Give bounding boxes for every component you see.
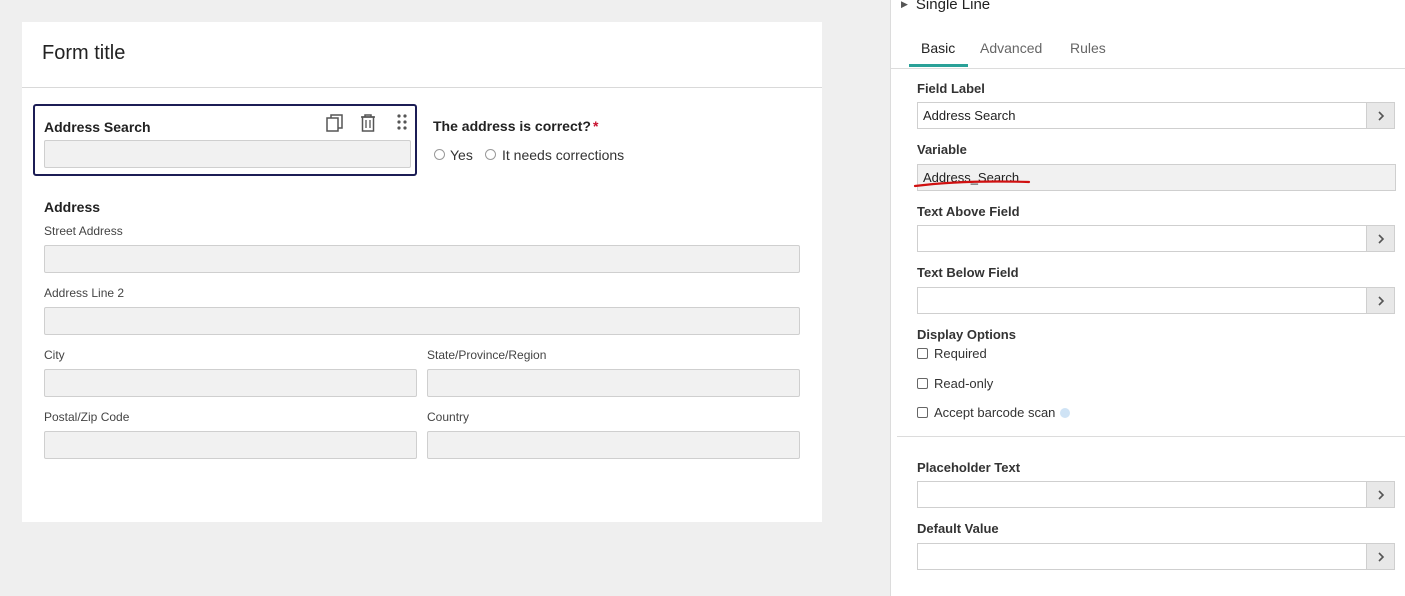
chevron-right-icon xyxy=(1377,489,1384,500)
city-label: City xyxy=(44,348,65,362)
properties-panel: ▶ Single Line Basic Advanced Rules Field … xyxy=(890,0,1405,596)
form-canvas: Form title Address Search The address is… xyxy=(22,22,822,522)
state-label: State/Province/Region xyxy=(427,348,547,362)
city-input[interactable] xyxy=(44,369,417,397)
postal-code-label: Postal/Zip Code xyxy=(44,410,130,424)
chevron-right-icon xyxy=(1377,295,1384,306)
radio-needs-corrections[interactable] xyxy=(485,149,496,160)
address-correct-label: The address is correct? * xyxy=(433,118,598,134)
placeholder-text-input[interactable] xyxy=(917,481,1395,508)
readonly-checkbox-row[interactable]: Read-only xyxy=(917,376,993,391)
field-label-value: Address Search xyxy=(923,108,1016,123)
variable-label: Variable xyxy=(917,142,967,157)
barcode-checkbox[interactable] xyxy=(917,407,928,418)
barcode-checkbox-label[interactable]: Accept barcode scan xyxy=(934,405,1055,420)
postal-code-input[interactable] xyxy=(44,431,417,459)
default-value-input[interactable] xyxy=(917,543,1395,570)
form-title[interactable]: Form title xyxy=(42,42,125,65)
text-above-label: Text Above Field xyxy=(917,204,1020,219)
address-line2-input[interactable] xyxy=(44,307,800,335)
red-annotation-underline xyxy=(913,180,1031,188)
placeholder-expand-button[interactable] xyxy=(1366,481,1395,508)
address-search-label: Address Search xyxy=(44,119,151,135)
radio-needs-corrections-label[interactable]: It needs corrections xyxy=(502,147,624,163)
drag-handle-icon[interactable] xyxy=(391,112,413,134)
chevron-right-icon xyxy=(1377,233,1384,244)
text-above-expand-button[interactable] xyxy=(1366,225,1395,252)
chevron-right-icon xyxy=(1377,551,1384,562)
field-label-label: Field Label xyxy=(917,81,985,96)
field-label-expand-button[interactable] xyxy=(1366,102,1395,129)
panel-header[interactable]: ▶ Single Line xyxy=(901,0,990,13)
address-correct-label-text: The address is correct? xyxy=(433,118,591,134)
state-input[interactable] xyxy=(427,369,800,397)
info-icon[interactable] xyxy=(1060,407,1071,418)
form-title-divider xyxy=(22,87,822,88)
address-heading: Address xyxy=(44,199,101,215)
active-tab-indicator xyxy=(909,64,968,67)
street-address-input[interactable] xyxy=(44,245,800,273)
barcode-checkbox-row[interactable]: Accept barcode scan xyxy=(917,405,1071,420)
address-search-field-selected[interactable]: Address Search xyxy=(33,104,417,176)
required-checkbox-label[interactable]: Required xyxy=(934,346,987,361)
chevron-right-icon xyxy=(1377,110,1384,121)
required-checkbox-row[interactable]: Required xyxy=(917,346,987,361)
tab-basic[interactable]: Basic xyxy=(921,40,955,56)
caret-right-icon[interactable]: ▶ xyxy=(901,0,908,9)
panel-section-divider xyxy=(897,436,1405,437)
tab-advanced[interactable]: Advanced xyxy=(980,40,1042,56)
radio-yes-label[interactable]: Yes xyxy=(450,147,473,163)
trash-icon[interactable] xyxy=(357,112,379,134)
readonly-checkbox[interactable] xyxy=(917,378,928,389)
address-search-input[interactable] xyxy=(44,140,411,168)
radio-yes[interactable] xyxy=(434,149,445,160)
country-label: Country xyxy=(427,410,470,424)
readonly-checkbox-label[interactable]: Read-only xyxy=(934,376,993,391)
display-options-label: Display Options xyxy=(917,327,1016,342)
panel-header-title: Single Line xyxy=(915,0,991,13)
address-line2-label: Address Line 2 xyxy=(44,286,125,300)
placeholder-text-label: Placeholder Text xyxy=(917,460,1021,475)
copy-icon[interactable] xyxy=(324,112,346,134)
required-checkbox[interactable] xyxy=(917,348,928,359)
street-address-label: Street Address xyxy=(44,224,123,238)
text-below-label: Text Below Field xyxy=(917,265,1019,280)
default-value-label: Default Value xyxy=(917,521,999,536)
field-label-input[interactable]: Address Search xyxy=(917,102,1395,129)
text-above-input[interactable] xyxy=(917,225,1395,252)
tabs-divider xyxy=(891,68,1405,69)
text-below-expand-button[interactable] xyxy=(1366,287,1395,314)
tab-rules[interactable]: Rules xyxy=(1070,40,1106,56)
country-input[interactable] xyxy=(427,431,800,459)
default-value-expand-button[interactable] xyxy=(1366,543,1395,570)
text-below-input[interactable] xyxy=(917,287,1395,314)
required-asterisk: * xyxy=(592,118,599,134)
